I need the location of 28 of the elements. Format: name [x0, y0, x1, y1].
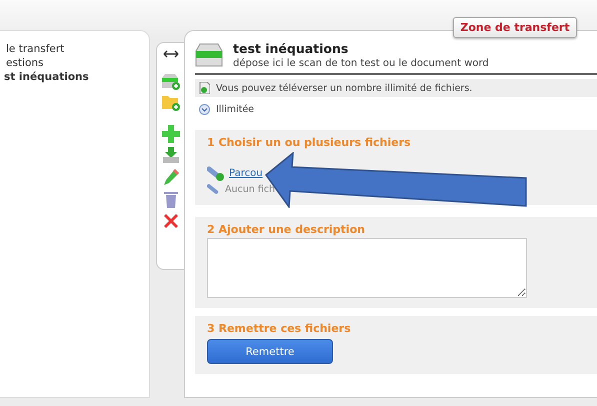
- section-title: 3 Remettre ces fichiers: [207, 322, 352, 335]
- chevron-circle-icon: [199, 104, 210, 115]
- tree-item[interactable]: estions: [6, 57, 44, 69]
- page-title: test inéquations: [233, 41, 350, 56]
- delete-icon[interactable]: [162, 212, 180, 230]
- trash-icon[interactable]: [162, 190, 178, 208]
- inbox-icon: [195, 43, 223, 67]
- tree-item[interactable]: st inéquations: [4, 71, 89, 83]
- transfer-zone-button[interactable]: Zone de transfert: [453, 17, 577, 38]
- page-subtitle: dépose ici le scan de ton test ou le document word: [233, 58, 489, 69]
- plus-icon[interactable]: [162, 125, 180, 143]
- info-text: Illimitée: [216, 104, 254, 115]
- paperclip-add-icon: [207, 165, 225, 181]
- info-text: Vous pouvez téléverser un nombre illimité de fichiers.: [216, 82, 472, 94]
- file-status: Aucun fich: [225, 184, 276, 194]
- pencil-icon[interactable]: [162, 168, 180, 186]
- folder-add-icon[interactable]: [160, 94, 180, 111]
- inbox-add-icon[interactable]: [160, 73, 180, 90]
- tree-item[interactable]: le transfert: [6, 43, 64, 55]
- resize-arrows-icon[interactable]: [162, 49, 178, 59]
- browse-link[interactable]: Parcou: [229, 168, 263, 178]
- section-title: 2 Ajouter une description: [207, 223, 366, 236]
- submit-button[interactable]: Remettre: [207, 339, 333, 364]
- section-title: 1 Choisir un ou plusieurs fichiers: [207, 136, 412, 149]
- upload-file-icon: [199, 82, 210, 94]
- description-field[interactable]: [207, 238, 527, 298]
- download-tray-icon[interactable]: [162, 147, 180, 164]
- paperclip-icon: [207, 183, 221, 195]
